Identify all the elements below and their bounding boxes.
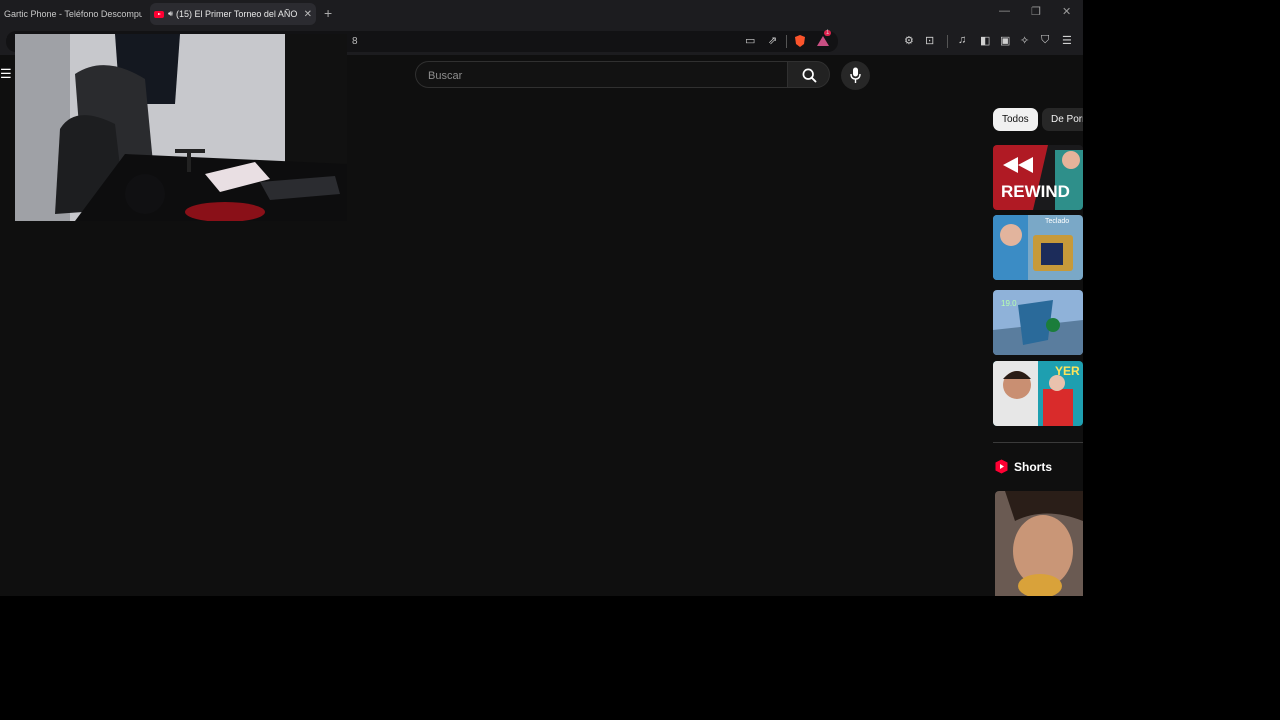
chip-todos[interactable]: Todos [993, 108, 1038, 131]
video-frame-image [15, 34, 347, 221]
tab-title: (15) El Primer Torneo del AÑO [176, 9, 298, 19]
thumbnail-text: Teclado [1045, 218, 1069, 225]
shorts-label: Shorts [1014, 459, 1053, 474]
wallet-icon[interactable]: ▣ [1000, 34, 1010, 47]
brave-shields-icon[interactable] [793, 34, 807, 51]
chip-de-porr[interactable]: De Porr [1042, 108, 1083, 131]
speaker-icon[interactable]: 🔊︎ [168, 9, 173, 19]
new-tab-icon[interactable]: + [324, 5, 332, 21]
browser-window: Gartic Phone - Teléfono Descompue 🔊︎ (15… [0, 0, 1083, 596]
url-text: 8 [352, 36, 358, 47]
close-tab-icon[interactable]: ✕ [304, 9, 312, 20]
mini-player-video[interactable] [15, 34, 347, 221]
menu-icon[interactable]: ☰ [1062, 34, 1072, 47]
sidebar-icon[interactable]: ◧ [980, 34, 990, 47]
guide-menu-icon[interactable]: ☰ [0, 66, 12, 82]
shorts-icon [995, 459, 1008, 474]
leo-ai-icon[interactable]: ✧ [1020, 34, 1029, 47]
thumbnail-text: REWIND [1001, 182, 1070, 201]
search-button[interactable] [787, 61, 830, 88]
extensions-icon[interactable]: ⚙︎ [904, 34, 914, 47]
vpn-icon[interactable]: ⛉ [1041, 34, 1049, 47]
tab-gartic-phone[interactable]: Gartic Phone - Teléfono Descompue [0, 3, 146, 25]
short-thumbnail[interactable] [995, 491, 1083, 596]
microphone-icon [850, 67, 861, 83]
shorts-header: Shorts [995, 459, 1052, 474]
video-thumbnail[interactable]: Teclado [993, 215, 1083, 280]
short-thumbnail-image [995, 491, 1083, 596]
cast-icon[interactable]: ▭ [745, 34, 755, 47]
minimize-icon[interactable]: — [999, 5, 1010, 17]
video-thumbnail[interactable]: REWIND [993, 145, 1083, 210]
share-icon[interactable]: ⇗ [768, 34, 777, 47]
voice-search-button[interactable] [841, 61, 870, 90]
search-box [415, 61, 787, 88]
screenshot-icon[interactable]: ⊡ [925, 34, 934, 47]
video-thumbnail[interactable]: 19.0 [993, 290, 1083, 355]
teclado-thumbnail-image: Teclado [993, 215, 1083, 280]
thumbnail-text: YER [1055, 364, 1080, 378]
rewind-thumbnail-image: REWIND [993, 145, 1083, 210]
media-controls-icon[interactable]: ♫ [958, 34, 966, 46]
youtube-favicon-icon [154, 10, 164, 18]
game-thumbnail-image: 19.0 [993, 290, 1083, 355]
toolbar-divider [947, 35, 948, 48]
tab-title: Gartic Phone - Teléfono Descompue [4, 9, 142, 19]
search-input[interactable] [426, 66, 770, 85]
tab-youtube[interactable]: 🔊︎ (15) El Primer Torneo del AÑO ✕ [150, 3, 316, 25]
toolbar-divider [786, 35, 787, 48]
brave-rewards-icon[interactable]: 1 [816, 30, 832, 51]
close-window-icon[interactable]: ✕ [1062, 5, 1071, 18]
tab-strip: Gartic Phone - Teléfono Descompue 🔊︎ (15… [0, 0, 1083, 28]
section-divider [993, 442, 1083, 443]
search-icon [802, 68, 817, 83]
portrait-thumbnail-image: YER [993, 361, 1083, 426]
video-thumbnail[interactable]: YER [993, 361, 1083, 426]
thumbnail-text: 19.0 [1001, 299, 1017, 308]
restore-icon[interactable]: ❐ [1031, 5, 1041, 18]
